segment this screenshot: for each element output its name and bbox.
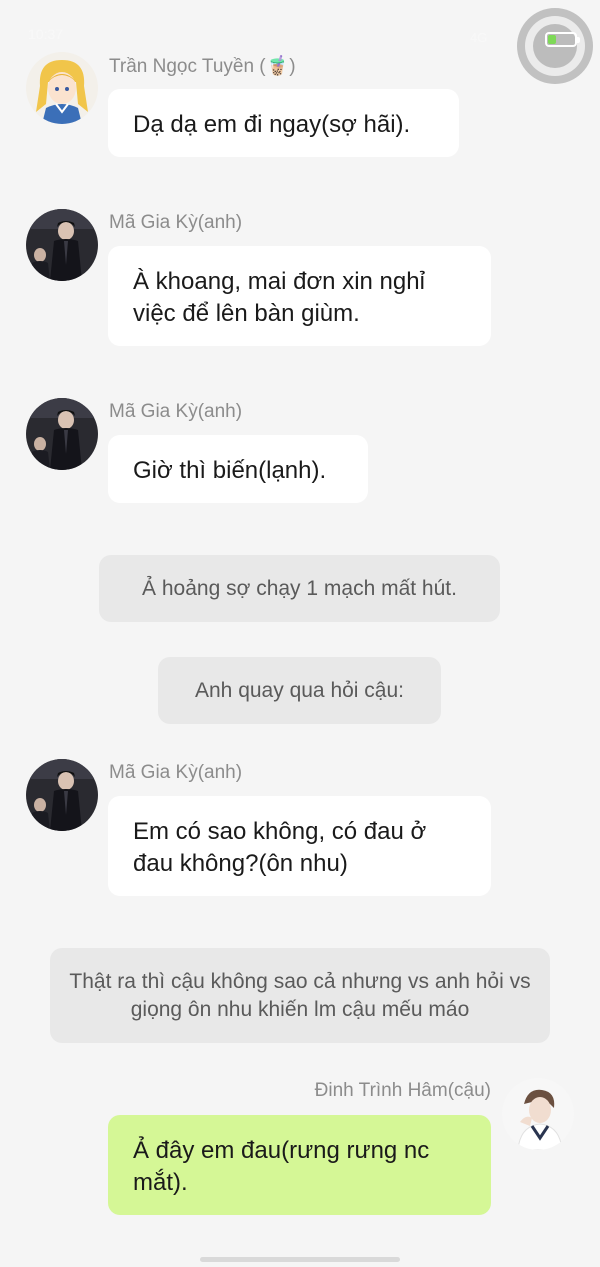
sender-name: Mã Gia Kỳ(anh) [109, 401, 243, 422]
sender-name: Mã Gia Kỳ(anh) [109, 212, 243, 233]
status-bar: 10:37 4G [0, 0, 600, 45]
message-bubble-outgoing[interactable]: Ả đây em đau(rưng rưng nc mắt). [108, 1115, 491, 1215]
narration-note: Thật ra thì cậu không sao cả nhưng vs an… [50, 948, 550, 1043]
narration-note: Ả hoảng sợ chạy 1 mạch mất hút. [99, 555, 500, 622]
sender-name: Đinh Trình Hâm(cậu) [314, 1080, 491, 1101]
message-bubble[interactable]: Giờ thì biến(lạnh). [108, 435, 368, 503]
message-bubble[interactable]: Em có sao không, có đau ở đau không?(ôn … [108, 796, 491, 896]
sender-name: Mã Gia Kỳ(anh) [109, 762, 243, 783]
battery-icon [545, 32, 580, 47]
avatar-ma-gia-ky[interactable] [26, 398, 98, 470]
status-time: 10:37 [28, 26, 64, 42]
avatar-dinh-trinh-ham[interactable] [502, 1078, 574, 1150]
message-bubble[interactable]: À khoang, mai đơn xin nghỉ việc để lên b… [108, 246, 491, 346]
floating-assistive-ball-icon[interactable] [517, 8, 593, 84]
avatar-tran-ngoc-tuyen[interactable] [26, 52, 98, 124]
avatar-ma-gia-ky[interactable] [26, 209, 98, 281]
narration-note: Anh quay qua hỏi cậu: [158, 657, 441, 724]
avatar-ma-gia-ky[interactable] [26, 759, 98, 831]
message-bubble[interactable]: Dạ dạ em đi ngay(sợ hãi). [108, 89, 459, 157]
sender-name: Trần Ngọc Tuyền (🧋) [109, 56, 296, 77]
home-indicator[interactable] [200, 1257, 400, 1262]
status-network: 4G [470, 30, 488, 45]
